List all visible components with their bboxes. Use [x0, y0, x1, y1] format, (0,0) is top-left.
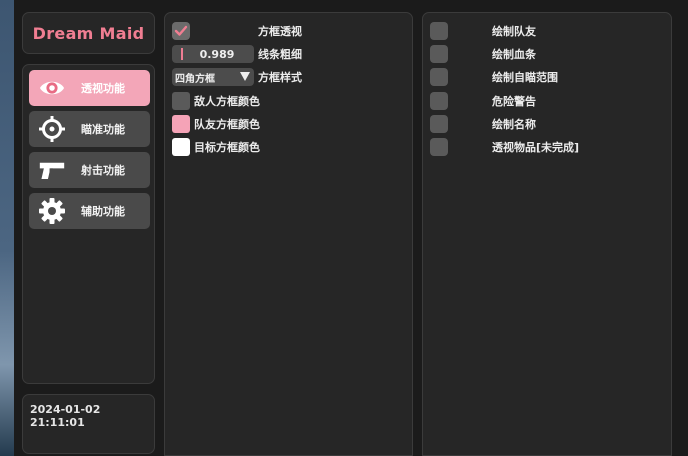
dropdown-arrow-icon [240, 72, 250, 81]
team-color-row: 队友方框颜色 [172, 114, 260, 134]
draw-aim-fov-label: 绘制自瞄范围 [492, 71, 558, 84]
draw-aim-fov-checkbox[interactable] [430, 68, 448, 86]
nav-label-aim: 瞄准功能 [81, 123, 125, 136]
target-color-label: 目标方框颜色 [194, 141, 260, 154]
item-esp-row: 透视物品[未完成] [430, 137, 579, 157]
nav-button-misc[interactable]: 辅助功能 [29, 193, 150, 229]
esp-settings-panel: 方框透视 0.989 线条粗细 四角方框 方框样式 敌人方框颜色 队友方框颜色 [164, 12, 413, 456]
line-width-slider[interactable]: 0.989 [172, 45, 254, 63]
item-esp-checkbox[interactable] [430, 138, 448, 156]
draw-teammates-row: 绘制队友 [430, 21, 536, 41]
box-style-label: 方框样式 [258, 71, 302, 84]
nav-button-aim[interactable]: 瞄准功能 [29, 111, 150, 147]
box-esp-label: 方框透视 [258, 25, 302, 38]
line-width-value: 0.989 [199, 47, 235, 61]
box-esp-row: 方框透视 [172, 21, 302, 41]
box-style-value: 四角方框 [175, 73, 215, 85]
nav-button-shoot[interactable]: 射击功能 [29, 152, 150, 188]
eye-icon [39, 75, 65, 101]
box-style-row: 四角方框 方框样式 [172, 67, 302, 87]
enemy-color-row: 敌人方框颜色 [172, 91, 260, 111]
slider-grab[interactable] [181, 48, 183, 60]
draw-teammates-label: 绘制队友 [492, 25, 536, 38]
team-color-swatch[interactable] [172, 115, 190, 133]
box-esp-checkbox[interactable] [172, 22, 190, 40]
draw-names-row: 绘制名称 [430, 114, 536, 134]
draw-names-label: 绘制名称 [492, 118, 536, 131]
draw-healthbar-row: 绘制血条 [430, 44, 536, 64]
box-style-dropdown[interactable]: 四角方框 [172, 68, 254, 86]
nav-button-esp[interactable]: 透视功能 [29, 70, 150, 106]
nav-label-shoot: 射击功能 [81, 164, 125, 177]
datetime-panel: 2024-01-02 21:11:01 [22, 394, 155, 454]
line-width-label: 线条粗细 [258, 48, 302, 61]
danger-warning-checkbox[interactable] [430, 92, 448, 110]
draw-teammates-checkbox[interactable] [430, 22, 448, 40]
target-color-swatch[interactable] [172, 138, 190, 156]
nav-label-esp: 透视功能 [81, 82, 125, 95]
app-title: Dream Maid [32, 23, 145, 43]
nav-label-misc: 辅助功能 [81, 205, 125, 218]
draw-aim-fov-row: 绘制自瞄范围 [430, 67, 558, 87]
gear-icon [39, 198, 65, 224]
draw-names-checkbox[interactable] [430, 115, 448, 133]
danger-warning-row: 危险警告 [430, 91, 536, 111]
enemy-color-label: 敌人方框颜色 [194, 95, 260, 108]
crosshair-icon [39, 116, 65, 142]
desktop-background-left [0, 0, 14, 456]
check-icon [174, 25, 188, 36]
draw-options-panel: 绘制队友 绘制血条 绘制自瞄范围 危险警告 绘制名称 透视物品[未完成] [422, 12, 672, 456]
datetime-text: 2024-01-02 21:11:01 [30, 403, 101, 429]
danger-warning-label: 危险警告 [492, 95, 536, 108]
target-color-row: 目标方框颜色 [172, 137, 260, 157]
title-panel: Dream Maid [22, 12, 155, 54]
team-color-label: 队友方框颜色 [194, 118, 260, 131]
item-esp-label: 透视物品[未完成] [492, 141, 580, 154]
menu-window: Dream Maid 透视功能 瞄准功能 射击功能 辅助功能 2024-01-0… [14, 0, 688, 456]
nav-panel: 透视功能 瞄准功能 射击功能 辅助功能 [22, 64, 155, 384]
line-width-row: 0.989 线条粗细 [172, 44, 302, 64]
draw-healthbar-checkbox[interactable] [430, 45, 448, 63]
pistol-icon [39, 157, 65, 183]
enemy-color-swatch[interactable] [172, 92, 190, 110]
draw-healthbar-label: 绘制血条 [492, 48, 536, 61]
